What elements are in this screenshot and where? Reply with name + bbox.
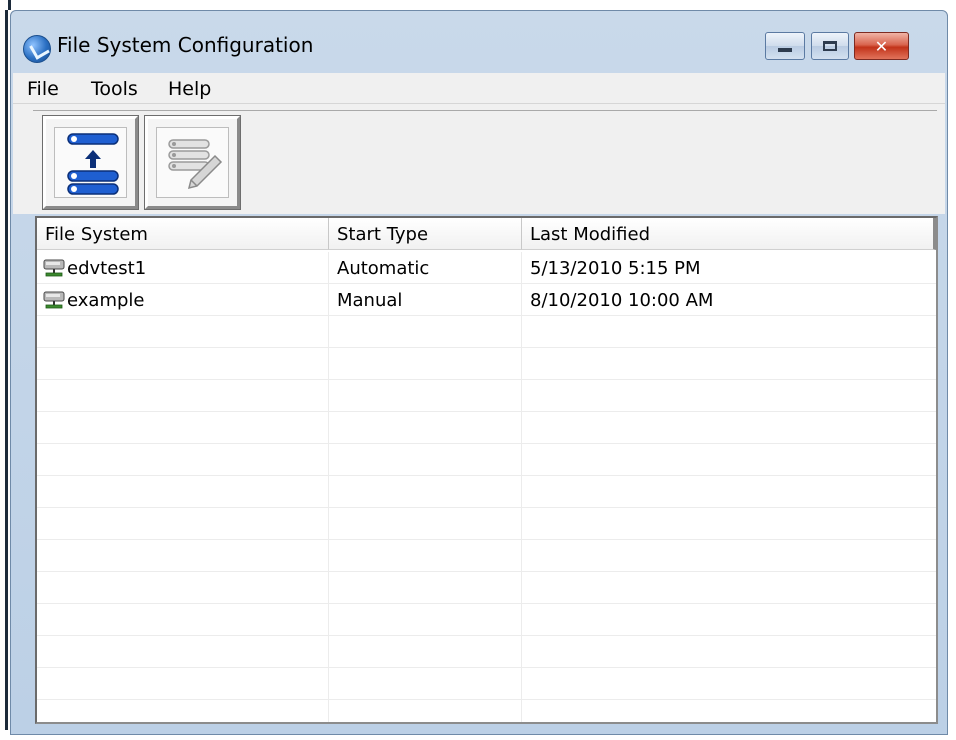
cell-file-system: edvtest1 — [67, 258, 147, 279]
column-header-file-system[interactable]: File System — [37, 218, 329, 250]
menu-file[interactable]: File — [27, 78, 59, 100]
table-row[interactable]: edvtest1 Automatic 5/13/2010 5:15 PM — [37, 252, 936, 284]
list-header: File System Start Type Last Modified — [37, 218, 936, 252]
menu-bar: File Tools Help — [13, 73, 945, 104]
toolbar — [13, 104, 945, 214]
app-globe-icon — [23, 35, 51, 63]
import-button-face — [54, 127, 127, 198]
empty-row — [37, 668, 936, 700]
empty-row — [37, 508, 936, 540]
cell-last-modified: 5/13/2010 5:15 PM — [530, 258, 701, 279]
close-icon: ✕ — [874, 36, 889, 56]
empty-row — [37, 444, 936, 476]
empty-row — [37, 636, 936, 668]
list-edit-icon — [168, 139, 223, 190]
empty-row — [37, 540, 936, 572]
empty-row — [37, 604, 936, 636]
toolbar-divider — [33, 110, 937, 111]
column-header-start-type[interactable]: Start Type — [329, 218, 522, 250]
minimize-button[interactable] — [765, 32, 805, 60]
table-row[interactable]: example Manual 8/10/2010 10:00 AM — [37, 284, 936, 316]
screen-edge-strip — [5, 10, 8, 730]
edit-file-system-button[interactable] — [144, 115, 241, 210]
column-header-last-modified[interactable]: Last Modified — [522, 218, 936, 250]
app-window: File System Configuration ✕ File Tools H… — [10, 10, 948, 735]
menu-help[interactable]: Help — [168, 78, 211, 100]
cell-start-type: Automatic — [337, 258, 430, 279]
minimize-icon — [778, 48, 792, 52]
import-file-system-button[interactable] — [42, 115, 139, 210]
close-button[interactable]: ✕ — [854, 32, 909, 60]
cell-last-modified: 8/10/2010 10:00 AM — [530, 290, 714, 311]
title-bar[interactable]: File System Configuration ✕ — [11, 11, 947, 71]
empty-row — [37, 412, 936, 444]
screen-edge-mark — [8, 0, 11, 10]
window-title: File System Configuration — [57, 33, 314, 57]
file-system-list[interactable]: File System Start Type Last Modified edv… — [35, 216, 938, 724]
maximize-icon — [823, 41, 837, 51]
network-drive-icon — [43, 259, 65, 277]
empty-row — [37, 316, 936, 348]
empty-row — [37, 476, 936, 508]
empty-row — [37, 348, 936, 380]
menu-tools[interactable]: Tools — [91, 78, 138, 100]
empty-row — [37, 380, 936, 412]
list-upload-icon — [67, 133, 119, 195]
edit-button-face — [156, 127, 229, 198]
empty-row — [37, 572, 936, 604]
network-drive-icon — [43, 291, 65, 309]
maximize-button[interactable] — [811, 32, 849, 60]
cell-file-system: example — [67, 290, 145, 311]
cell-start-type: Manual — [337, 290, 403, 311]
